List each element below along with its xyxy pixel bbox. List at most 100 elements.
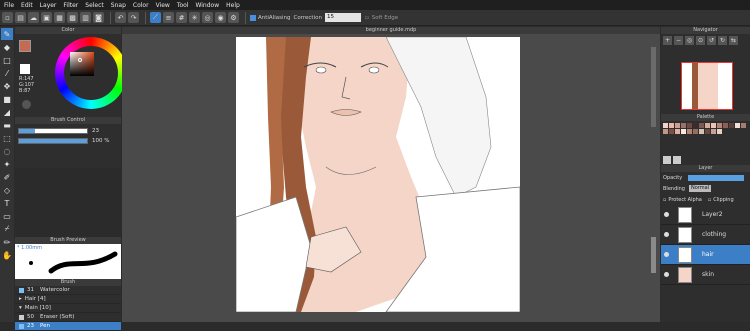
- menu-tool[interactable]: Tool: [177, 2, 189, 9]
- menu-color[interactable]: Color: [133, 2, 149, 9]
- palette-swatch-16[interactable]: [675, 129, 680, 134]
- gradient-tool-icon[interactable]: ▬: [1, 119, 13, 131]
- brush-size-value[interactable]: 23: [92, 128, 99, 134]
- canvas-scroll-track[interactable]: [651, 47, 656, 127]
- hand-tool-icon[interactable]: ✋: [1, 249, 13, 261]
- palette-swatch-3[interactable]: [681, 123, 686, 128]
- text-tool-icon[interactable]: T: [1, 197, 13, 209]
- canvas-scroll-thumb[interactable]: [651, 237, 656, 273]
- save-icon[interactable]: ▣: [41, 12, 52, 23]
- layer-row-skin[interactable]: skin: [661, 265, 750, 285]
- snap-vanishing-icon[interactable]: ✳: [189, 12, 200, 23]
- fill-rect-tool-icon[interactable]: ■: [1, 93, 13, 105]
- select-pen-icon[interactable]: ✐: [1, 171, 13, 183]
- saturation-value-square[interactable]: [70, 52, 94, 76]
- palette-swatch-9[interactable]: [717, 123, 722, 128]
- palette-swatch-17[interactable]: [681, 129, 686, 134]
- palette-swatch-2[interactable]: [675, 123, 680, 128]
- layer-row-hair[interactable]: hair: [661, 245, 750, 265]
- rect-tool-icon[interactable]: □: [1, 54, 13, 66]
- clipping-checkbox[interactable]: ▫: [708, 197, 711, 203]
- magic-wand-icon[interactable]: ✦: [1, 158, 13, 170]
- snap-curve-icon[interactable]: ◉: [215, 12, 226, 23]
- collapse-arrow-icon[interactable]: ▾: [19, 305, 22, 311]
- foreground-color-swatch[interactable]: [19, 40, 31, 52]
- palette-swatch-1[interactable]: [669, 123, 674, 128]
- hue-wheel[interactable]: [55, 37, 127, 109]
- palette-swatch-22[interactable]: [711, 129, 716, 134]
- eraser-tool-icon[interactable]: ◆: [1, 41, 13, 53]
- palette-swatch-4[interactable]: [687, 123, 692, 128]
- new-file-icon[interactable]: ▫: [2, 12, 13, 23]
- select-eraser-icon[interactable]: ◇: [1, 184, 13, 196]
- drawing-canvas[interactable]: [236, 37, 520, 312]
- palette-swatch-18[interactable]: [687, 129, 692, 134]
- menu-filter[interactable]: Filter: [63, 2, 78, 9]
- menu-help[interactable]: Help: [226, 2, 240, 9]
- palette-swatch-20[interactable]: [699, 129, 704, 134]
- protect-alpha-checkbox[interactable]: ▫: [663, 197, 666, 203]
- palette-swatch-6[interactable]: [699, 123, 704, 128]
- brush-tool-icon[interactable]: ⁄: [1, 67, 13, 79]
- camera-icon[interactable]: ◙: [93, 12, 104, 23]
- snap-icon[interactable]: ▩: [67, 12, 78, 23]
- palette-swatch-19[interactable]: [693, 129, 698, 134]
- layer-opacity-slider[interactable]: [688, 174, 745, 181]
- select-rect-icon[interactable]: ⬚: [1, 132, 13, 144]
- rotate-right-icon[interactable]: ↻: [718, 36, 727, 45]
- brush-item-pen[interactable]: 23 Pen: [15, 322, 121, 331]
- menu-window[interactable]: Window: [195, 2, 219, 9]
- antialias-checkbox[interactable]: [250, 14, 256, 21]
- zoom-fit-icon[interactable]: ◎: [685, 36, 694, 45]
- layer-row-layer2[interactable]: Layer2: [661, 205, 750, 225]
- navigator-thumbnail[interactable]: [681, 62, 733, 110]
- frame-tool-icon[interactable]: ▭: [1, 210, 13, 222]
- visibility-eye-icon[interactable]: [664, 252, 669, 257]
- layer-blending-select[interactable]: Normal: [688, 185, 712, 192]
- lasso-icon[interactable]: ◌: [1, 145, 13, 157]
- menu-edit[interactable]: Edit: [21, 2, 33, 9]
- brush-group-main[interactable]: ▾ Main [10]: [15, 304, 121, 313]
- bucket-tool-icon[interactable]: ◢: [1, 106, 13, 118]
- palette-swatch-10[interactable]: [723, 123, 728, 128]
- snap-parallel-icon[interactable]: ≡: [163, 12, 174, 23]
- zoom-in-icon[interactable]: +: [663, 36, 672, 45]
- palette-swatch-13[interactable]: [741, 123, 746, 128]
- background-color-swatch[interactable]: [20, 64, 30, 74]
- palette-swatch-14[interactable]: [663, 129, 668, 134]
- undo-icon[interactable]: ↶: [115, 12, 126, 23]
- palette-swatch-23[interactable]: [717, 129, 722, 134]
- move-tool-icon[interactable]: ✥: [1, 80, 13, 92]
- color-picker-cursor[interactable]: [78, 58, 82, 62]
- visibility-eye-icon[interactable]: [664, 212, 669, 217]
- menu-layer[interactable]: Layer: [40, 2, 57, 9]
- visibility-eye-icon[interactable]: [664, 272, 669, 277]
- palette-swatch-0[interactable]: [663, 123, 668, 128]
- new-layer-icon[interactable]: [663, 155, 671, 164]
- menu-file[interactable]: File: [4, 2, 14, 9]
- snap-circle-icon[interactable]: ◎: [202, 12, 213, 23]
- palette-swatch-12[interactable]: [735, 123, 740, 128]
- pen-tool-icon[interactable]: ✎: [1, 28, 13, 40]
- layer-row-clothing[interactable]: clothing: [661, 225, 750, 245]
- zoom-out-icon[interactable]: −: [674, 36, 683, 45]
- palette-swatch-5[interactable]: [693, 123, 698, 128]
- palette-swatch-21[interactable]: [705, 129, 710, 134]
- cloud-icon[interactable]: ☁: [28, 12, 39, 23]
- pen-pick-icon[interactable]: ✏: [1, 236, 13, 248]
- soft-edge-checkbox[interactable]: ▫: [365, 15, 369, 21]
- open-file-icon[interactable]: ▤: [15, 12, 26, 23]
- menu-snap[interactable]: Snap: [111, 2, 126, 9]
- palette-swatch-7[interactable]: [705, 123, 710, 128]
- brush-opacity-value[interactable]: 100 %: [92, 138, 109, 144]
- layout-icon[interactable]: ▥: [80, 12, 91, 23]
- color-mode-icon[interactable]: [22, 100, 31, 109]
- document-tab[interactable]: beginner guide.mdp: [122, 27, 660, 34]
- brush-size-slider[interactable]: [18, 128, 88, 134]
- correction-select[interactable]: 15: [324, 13, 361, 22]
- expand-arrow-icon[interactable]: ▸: [19, 296, 22, 302]
- palette-swatch-8[interactable]: [711, 123, 716, 128]
- delete-layer-icon[interactable]: [673, 155, 681, 164]
- redo-icon[interactable]: ↷: [128, 12, 139, 23]
- brush-opacity-slider[interactable]: [18, 138, 88, 144]
